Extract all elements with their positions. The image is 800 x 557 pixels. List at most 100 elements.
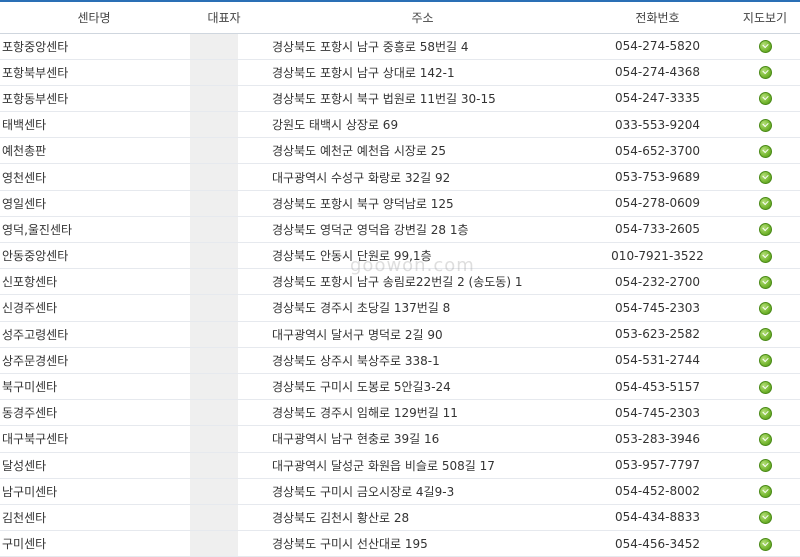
table-row: 포항중앙센타 경상북도 포항시 남구 중흥로 58번길 4 054-274-5820 [0, 33, 800, 60]
center-name: 안동중앙센타 [0, 242, 188, 270]
redacted-representative [190, 269, 238, 294]
map-marker-icon[interactable] [758, 171, 772, 185]
redacted-representative [190, 347, 238, 373]
phone-number: 033-553-9204 [585, 111, 730, 139]
center-name: 상주문경센타 [0, 347, 188, 374]
map-marker-icon[interactable] [758, 537, 772, 551]
header-address: 주소 [260, 0, 585, 34]
table-row: 안동중앙센타 경상북도 안동시 단원로 99,1층 010-7921-3522 [0, 242, 800, 270]
map-view-cell [730, 268, 800, 296]
representative-cell [188, 504, 260, 532]
table-row: 성주고령센타 대구광역시 달서구 명덕로 2길 90 053-623-2582 [0, 321, 800, 348]
phone-number: 054-456-3452 [585, 530, 730, 557]
map-marker-icon[interactable] [758, 354, 772, 368]
center-name: 구미센타 [0, 530, 188, 557]
table-row: 구미센타 경상북도 구미시 선산대로 195 054-456-3452 [0, 530, 800, 557]
redacted-representative [190, 164, 238, 190]
header-phone: 전화번호 [585, 0, 730, 34]
representative-cell [188, 190, 260, 217]
phone-number: 054-453-5157 [585, 373, 730, 401]
center-name: 성주고령센타 [0, 321, 188, 348]
center-name: 예천총판 [0, 137, 188, 165]
map-marker-icon[interactable] [758, 432, 772, 446]
redacted-representative [190, 426, 238, 451]
center-name: 태백센타 [0, 111, 188, 139]
map-marker-icon[interactable] [758, 223, 772, 237]
phone-number: 054-278-0609 [585, 190, 730, 217]
representative-cell [188, 373, 260, 401]
center-name: 포항동부센타 [0, 85, 188, 113]
map-marker-icon[interactable] [758, 275, 772, 289]
map-marker-icon[interactable] [758, 459, 772, 473]
table-row: 태백센타 강원도 태백시 상장로 69 033-553-9204 [0, 111, 800, 139]
header-map-view: 지도보기 [730, 0, 800, 34]
center-name: 대구북구센타 [0, 425, 188, 453]
center-name: 남구미센타 [0, 478, 188, 505]
table-row: 포항북부센타 경상북도 포항시 남구 상대로 142-1 054-274-4368 [0, 59, 800, 86]
address: 경상북도 포항시 남구 상대로 142-1 [260, 59, 585, 86]
representative-cell [188, 59, 260, 86]
representative-cell [188, 33, 260, 60]
phone-number: 054-274-4368 [585, 59, 730, 86]
phone-number: 054-434-8833 [585, 504, 730, 532]
map-view-cell [730, 373, 800, 401]
representative-cell [188, 347, 260, 374]
center-name: 달성센타 [0, 452, 188, 479]
map-marker-icon[interactable] [758, 485, 772, 499]
address: 경상북도 포항시 북구 법원로 11번길 30-15 [260, 85, 585, 113]
map-marker-icon[interactable] [758, 66, 772, 80]
table-row: 북구미센타 경상북도 구미시 도봉로 5안길3-24 054-453-5157 [0, 373, 800, 401]
redacted-representative [190, 59, 238, 85]
address: 경상북도 경주시 임해로 129번길 11 [260, 399, 585, 427]
address: 경상북도 구미시 금오시장로 4길9-3 [260, 478, 585, 505]
center-name: 김천센타 [0, 504, 188, 532]
table-row: 남구미센타 경상북도 구미시 금오시장로 4길9-3 054-452-8002 [0, 478, 800, 505]
representative-cell [188, 85, 260, 113]
map-view-cell [730, 59, 800, 86]
table-row: 예천총판 경상북도 예천군 예천읍 시장로 25 054-652-3700 [0, 137, 800, 165]
map-marker-icon[interactable] [758, 380, 772, 394]
map-marker-icon[interactable] [758, 301, 772, 315]
phone-number: 053-957-7797 [585, 452, 730, 479]
table-body: 포항중앙센타 경상북도 포항시 남구 중흥로 58번길 4 054-274-5820… [0, 33, 800, 557]
map-marker-icon[interactable] [758, 144, 772, 158]
map-marker-icon[interactable] [758, 197, 772, 211]
center-name: 포항중앙센타 [0, 33, 188, 60]
redacted-representative [190, 321, 238, 347]
address: 경상북도 구미시 도봉로 5안길3-24 [260, 373, 585, 401]
address: 경상북도 안동시 단원로 99,1층 [260, 242, 585, 270]
address: 경상북도 포항시 북구 양덕남로 125 [260, 190, 585, 217]
address: 경상북도 영덕군 영덕읍 강변길 28 1층 [260, 216, 585, 244]
redacted-representative [190, 190, 238, 216]
map-marker-icon[interactable] [758, 92, 772, 106]
redacted-representative [190, 33, 238, 59]
representative-cell [188, 425, 260, 453]
map-view-cell [730, 163, 800, 191]
table-row: 신포항센타 경상북도 포항시 남구 송림로22번길 2 (송도동) 1 054-23… [0, 268, 800, 296]
phone-number: 054-745-2303 [585, 294, 730, 322]
redacted-representative [190, 400, 238, 425]
map-marker-icon[interactable] [758, 118, 772, 132]
map-view-cell [730, 452, 800, 479]
table-row: 영천센타 대구광역시 수성구 화랑로 32길 92 053-753-9689 [0, 163, 800, 191]
center-name: 신포항센타 [0, 268, 188, 296]
redacted-representative [190, 243, 238, 268]
address: 대구광역시 달서구 명덕로 2길 90 [260, 321, 585, 348]
phone-number: 054-247-3335 [585, 85, 730, 113]
map-marker-icon[interactable] [758, 249, 772, 263]
phone-number: 054-232-2700 [585, 268, 730, 296]
center-name: 동경주센타 [0, 399, 188, 427]
table-row: 포항동부센타 경상북도 포항시 북구 법원로 11번길 30-15 054-247-… [0, 85, 800, 113]
phone-number: 053-753-9689 [585, 163, 730, 191]
address: 경상북도 예천군 예천읍 시장로 25 [260, 137, 585, 165]
table-row: 상주문경센타 경상북도 상주시 북상주로 338-1 054-531-2744 [0, 347, 800, 374]
center-name: 영일센타 [0, 190, 188, 217]
map-marker-icon[interactable] [758, 406, 772, 420]
map-marker-icon[interactable] [758, 511, 772, 525]
table-row: 영덕,울진센타 경상북도 영덕군 영덕읍 강변길 28 1층 054-733-260… [0, 216, 800, 244]
phone-number: 054-745-2303 [585, 399, 730, 427]
representative-cell [188, 268, 260, 296]
map-marker-icon[interactable] [758, 328, 772, 342]
map-view-cell [730, 190, 800, 217]
map-marker-icon[interactable] [758, 40, 772, 54]
